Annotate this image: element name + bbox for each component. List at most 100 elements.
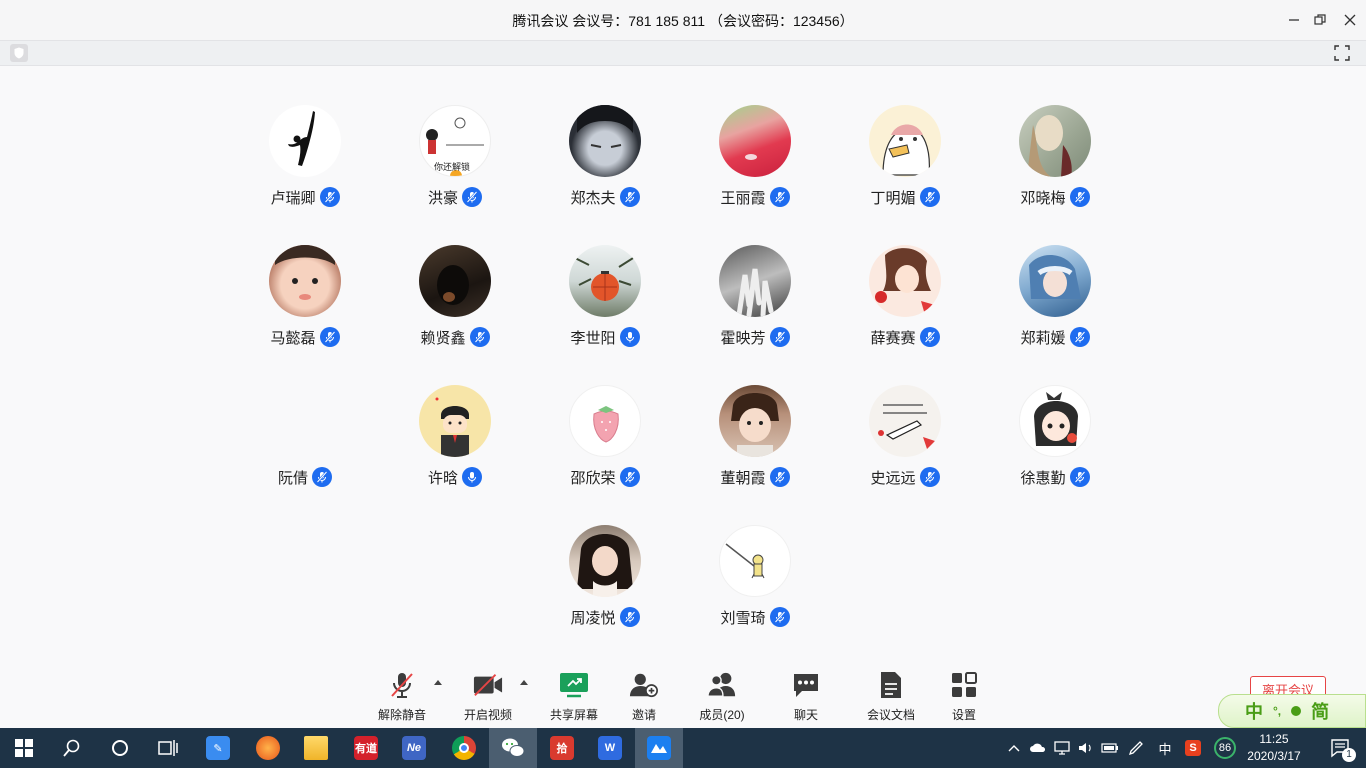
cortana-button[interactable] (96, 728, 144, 768)
participant-name: 郑莉媛 (1020, 329, 1066, 347)
participant-name-row: 阮倩 (230, 467, 380, 487)
taskbar-app-explorer[interactable] (292, 728, 340, 768)
mic-on-icon (619, 327, 640, 347)
mic-muted-icon (619, 607, 640, 627)
close-icon[interactable] (1340, 10, 1360, 30)
restore-icon[interactable] (1310, 10, 1330, 30)
audio-options-caret-icon[interactable] (434, 680, 442, 685)
chat-button[interactable]: 聊天 (780, 670, 832, 726)
participant-tile[interactable]: 刘雪琦 (680, 486, 830, 627)
participant-tile[interactable]: 许晗 (380, 346, 530, 487)
input-language-indicator[interactable]: 中 (1154, 728, 1176, 768)
notification-count: 1 (1342, 748, 1356, 762)
task-view-button[interactable] (144, 728, 192, 768)
netease-icon: Ne (402, 736, 426, 760)
taskbar-app-netease[interactable]: Ne (390, 728, 438, 768)
document-icon (876, 670, 906, 700)
taskbar-app-chrome[interactable] (440, 728, 488, 768)
taskbar-app-wps[interactable]: W (586, 728, 634, 768)
taskbar-app-wechat[interactable] (489, 728, 537, 768)
taskbar-app-feishu[interactable]: ✎ (194, 728, 242, 768)
mic-muted-icon (319, 327, 340, 347)
participant-name: 周凌悦 (570, 609, 616, 627)
taskbar-app-tencent-meeting[interactable] (635, 728, 683, 768)
participant-tile[interactable]: 卢瑞卿 (230, 66, 380, 207)
participant-tile[interactable]: 徐惠勤 (980, 346, 1130, 487)
notification-center-icon[interactable]: 1 (1330, 738, 1356, 762)
minimize-icon[interactable] (1284, 10, 1304, 30)
mic-muted-icon (619, 187, 640, 207)
participant-name-row: 史远远 (830, 467, 980, 487)
windows-taskbar: ✎ 有道 Ne 拾 W 中 S 86 11:25 2020/3/17 1 (0, 728, 1366, 768)
mic-muted-icon (769, 607, 790, 627)
participant-tile[interactable]: 邓晓梅 (980, 66, 1130, 207)
participant-tile[interactable]: 董朝霞 (680, 346, 830, 487)
video-options-caret-icon[interactable] (520, 680, 528, 685)
participant-tile[interactable]: 阮倩 (230, 346, 380, 487)
participant-tile[interactable]: 马懿磊 (230, 206, 380, 347)
participant-tile[interactable]: 郑杰夫 (530, 66, 680, 207)
settings-button[interactable]: 设置 (938, 670, 990, 726)
invite-button[interactable]: 邀请 (618, 670, 670, 726)
participant-tile[interactable]: 史远远 (830, 346, 980, 487)
start-video-button[interactable]: 开启视频 (462, 670, 514, 726)
fullscreen-icon[interactable] (1334, 45, 1350, 61)
participant-name-row: 薛赛赛 (830, 327, 980, 347)
participant-name-row: 徐惠勤 (980, 467, 1130, 487)
members-button[interactable]: 成员(20) (692, 670, 752, 726)
participant-name: 霍映芳 (720, 329, 766, 347)
share-screen-button[interactable]: 共享屏幕 (548, 670, 600, 726)
ime-status-bar[interactable]: 中 °, 简 (1218, 694, 1366, 728)
share-screen-label: 共享屏幕 (549, 708, 598, 722)
taskbar-app-pinduoduo[interactable]: 拾 (538, 728, 586, 768)
participant-tile[interactable]: 你还解锁 洪豪 (380, 66, 530, 207)
participant-tile[interactable]: 李世阳 (530, 206, 680, 347)
mic-muted-icon (462, 187, 482, 207)
wps-icon: W (598, 736, 622, 760)
network-icon[interactable] (1052, 728, 1072, 768)
mic-muted-icon (919, 187, 940, 207)
clock-time: 11:25 (1259, 732, 1289, 746)
participant-tile[interactable]: 王丽霞 (680, 66, 830, 207)
unmute-label: 解除静音 (377, 708, 426, 722)
avatar (569, 385, 641, 457)
window-title: 腾讯会议 会议号：781 185 811 （会议密码：123456） (512, 13, 854, 29)
participant-name-row: 洪豪 (380, 187, 530, 207)
battery-icon[interactable] (1100, 728, 1120, 768)
onedrive-cloud-icon[interactable] (1028, 728, 1048, 768)
taskbar-clock[interactable]: 11:25 2020/3/17 (1234, 731, 1314, 765)
participant-tile[interactable]: 赖贤鑫 (380, 206, 530, 347)
avatar (569, 105, 641, 177)
avatar (269, 105, 341, 177)
volume-icon[interactable] (1076, 728, 1096, 768)
avatar (719, 525, 791, 597)
participant-tile[interactable]: 丁明媚 (830, 66, 980, 207)
taskbar-app-firefox[interactable] (244, 728, 292, 768)
start-button[interactable] (0, 728, 48, 768)
unmute-button[interactable]: 解除静音 (376, 670, 428, 726)
search-button[interactable] (48, 728, 96, 768)
shield-icon[interactable] (10, 44, 28, 62)
clock-date: 2020/3/17 (1247, 749, 1301, 763)
participant-tile[interactable]: 周凌悦 (530, 486, 680, 627)
ime-mode: 简 (1311, 702, 1330, 722)
participant-name-row: 董朝霞 (680, 467, 830, 487)
meeting-docs-button[interactable]: 会议文档 (864, 670, 918, 726)
mic-muted-icon (769, 187, 790, 207)
chat-icon (791, 670, 821, 700)
participant-tile[interactable]: 邵欣荣 (530, 346, 680, 487)
participant-name-row: 王丽霞 (680, 187, 830, 207)
tray-overflow-chevron-icon[interactable] (1004, 728, 1024, 768)
sogou-ime-icon[interactable]: S (1182, 728, 1204, 768)
mic-muted-icon (1069, 467, 1090, 487)
mic-muted-icon (319, 187, 340, 207)
participant-name-row: 许晗 (380, 467, 530, 487)
taskbar-app-youdao[interactable]: 有道 (342, 728, 390, 768)
pen-icon[interactable] (1126, 728, 1146, 768)
participant-name-row: 郑杰夫 (530, 187, 680, 207)
participant-tile[interactable]: 霍映芳 (680, 206, 830, 347)
start-video-label: 开启视频 (463, 708, 512, 722)
participant-tile[interactable]: 郑莉媛 (980, 206, 1130, 347)
camera-off-icon (473, 670, 503, 700)
participant-tile[interactable]: 薛赛赛 (830, 206, 980, 347)
